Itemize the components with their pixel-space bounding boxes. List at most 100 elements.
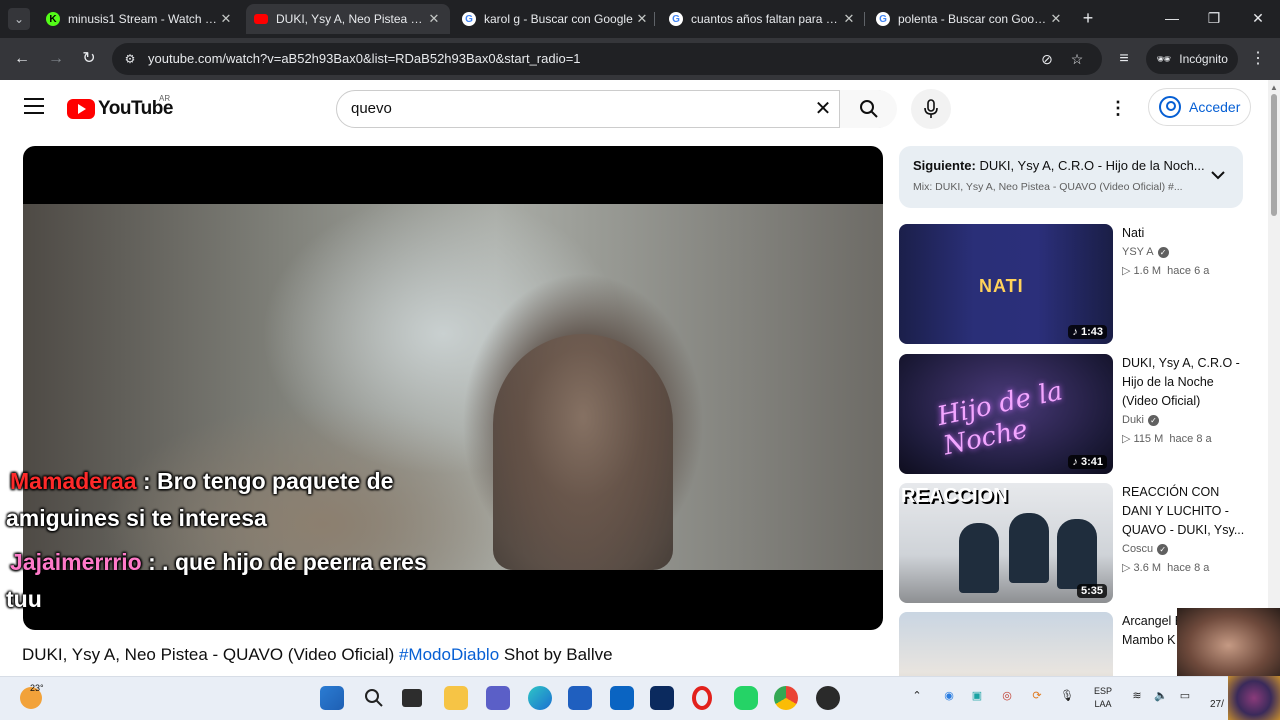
task-view-icon[interactable] <box>402 689 422 707</box>
search-button[interactable] <box>839 90 897 128</box>
wifi-icon[interactable]: ≋ <box>1128 689 1146 702</box>
video-hashtag-link[interactable]: #ModoDiablo <box>399 645 499 664</box>
tray-app-icon[interactable]: ▣ <box>968 689 986 702</box>
duration-badge: 5:35 <box>1076 584 1107 598</box>
tab-title: karol g - Buscar con Google <box>484 12 633 26</box>
recommendation-item[interactable]: Hijo de la Noche ♪ 3:41 DUKI, Ysy A, C.R… <box>899 354 1259 476</box>
upload-age: hace 6 a <box>1167 265 1210 277</box>
settings-menu-icon[interactable]: ⋮ <box>1108 96 1128 120</box>
recommendation-title[interactable]: REACCIÓN CON DANI Y LUCHITO - QUAVO - DU… <box>1122 483 1252 540</box>
tray-app-icon[interactable]: ◉ <box>940 689 958 702</box>
tab-youtube[interactable]: DUKI, Ysy A, Neo Pistea - QU ✕ <box>246 4 450 34</box>
restore-icon[interactable]: ❐ <box>1204 8 1224 28</box>
duration-badge: ♪ 1:43 <box>1068 325 1107 339</box>
video-thumbnail[interactable]: REACCION 5:35 <box>899 483 1113 603</box>
view-count: 115 M <box>1133 433 1164 445</box>
tab-google-polenta[interactable]: G polenta - Buscar con Google ✕ <box>868 4 1072 34</box>
store-icon[interactable] <box>568 686 592 710</box>
incognito-badge[interactable]: 🕶 Incógnito <box>1146 44 1238 74</box>
video-thumbnail[interactable]: NATI ♪ 1:43 <box>899 224 1113 344</box>
scroll-up-icon[interactable]: ▲ <box>1270 84 1278 92</box>
browser-menu-icon[interactable]: ⋮ <box>1250 49 1266 69</box>
menu-icon[interactable] <box>24 98 44 114</box>
microphone-icon <box>924 99 938 118</box>
playlist-up-next[interactable]: Siguiente: DUKI, Ysy A, C.R.O - Hijo de … <box>899 146 1243 208</box>
start-icon[interactable] <box>320 686 344 710</box>
close-window-icon[interactable]: ✕ <box>1248 8 1268 28</box>
thumbnail-text: NATI <box>979 276 1024 296</box>
verified-icon: ✓ <box>1157 246 1169 258</box>
close-icon[interactable]: ✕ <box>634 11 650 27</box>
search-box[interactable]: quevo ✕ <box>336 90 897 128</box>
channel-name[interactable]: Coscu <box>1122 543 1153 555</box>
reading-list-icon[interactable]: ≡ <box>1114 49 1134 69</box>
channel-name[interactable]: YSY A <box>1122 246 1154 258</box>
recommendation-item[interactable]: NATI ♪ 1:43 Nati YSY A ✓ ▷ 1.6 M hace 6 a <box>899 224 1259 346</box>
close-icon[interactable]: ✕ <box>1048 11 1064 27</box>
forward-icon[interactable]: → <box>46 49 66 69</box>
back-icon[interactable]: ← <box>12 49 32 69</box>
new-tab-icon[interactable]: + <box>1078 8 1098 28</box>
teams-icon[interactable] <box>486 686 510 710</box>
reload-icon[interactable]: ↻ <box>79 49 99 69</box>
search-taskbar-icon[interactable] <box>362 686 386 710</box>
whatsapp-icon[interactable] <box>734 686 758 710</box>
page-scrollbar[interactable]: ▲ <box>1268 80 1280 676</box>
voice-search-button[interactable] <box>911 89 951 129</box>
close-icon[interactable]: ✕ <box>841 11 857 27</box>
upload-age: hace 8 a <box>1169 433 1212 445</box>
eye-off-icon[interactable]: ⊘ <box>1038 50 1056 68</box>
tab-search-icon[interactable]: ⌄ <box>8 8 30 30</box>
disney-plus-icon[interactable] <box>650 686 674 710</box>
outlook-icon[interactable] <box>610 686 634 710</box>
clear-search-icon[interactable]: ✕ <box>811 97 835 121</box>
tab-google-anos[interactable]: G cuantos años faltan para el 2 ✕ <box>661 4 865 34</box>
video-subject <box>493 334 673 570</box>
tray-app-icon[interactable]: ⟳ <box>1028 689 1046 702</box>
recommendation-item[interactable]: REACCION 5:35 REACCIÓN CON DANI Y LUCHIT… <box>899 483 1259 605</box>
chat-separator: : . <box>141 549 175 575</box>
edge-icon[interactable] <box>528 686 552 710</box>
tab-title: DUKI, Ysy A, Neo Pistea - QU <box>276 12 426 26</box>
recommendation-title[interactable]: Nati <box>1122 224 1252 243</box>
close-icon[interactable]: ✕ <box>218 11 234 27</box>
video-title-text: DUKI, Ysy A, Neo Pistea - QUAVO (Video O… <box>22 645 399 664</box>
file-explorer-icon[interactable] <box>444 686 468 710</box>
search-input[interactable]: quevo <box>351 100 392 117</box>
google-icon: G <box>462 12 476 26</box>
opera-icon[interactable] <box>692 686 712 710</box>
site-info-icon[interactable]: ⚙ <box>122 51 138 67</box>
channel-name[interactable]: Duki <box>1122 414 1144 426</box>
clock[interactable]: 27/ <box>1210 699 1224 710</box>
up-next-subtitle: Mix: DUKI, Ysy A, Neo Pistea - QUAVO (Vi… <box>913 181 1183 193</box>
youtube-logo[interactable]: YouTube <box>67 98 173 120</box>
app-icon[interactable] <box>816 686 840 710</box>
tray-overflow-icon[interactable]: ⌃ <box>908 689 926 702</box>
video-thumbnail[interactable] <box>899 612 1113 676</box>
video-thumbnail[interactable]: Hijo de la Noche ♪ 3:41 <box>899 354 1113 474</box>
microphone-tray-icon[interactable]: 🎙 <box>1058 689 1076 702</box>
signin-button[interactable]: Acceder <box>1148 88 1251 126</box>
tray-app-icon[interactable]: ◎ <box>998 689 1016 702</box>
scroll-thumb[interactable] <box>1271 94 1277 216</box>
address-bar[interactable]: ⚙ youtube.com/watch?v=aB52h93Bax0&list=R… <box>112 43 1102 75</box>
url-text[interactable]: youtube.com/watch?v=aB52h93Bax0&list=RDa… <box>148 51 581 66</box>
battery-icon[interactable]: ▭ <box>1176 689 1194 702</box>
tab-kick[interactable]: K minusis1 Stream - Watch Li... ✕ <box>38 4 242 34</box>
windows-taskbar: 23° ⌃ ◉ ▣ ◎ ⟳ 🎙 ESP LAA ≋ 🔈 ▭ 27/ <box>0 676 1280 720</box>
chevron-down-icon[interactable] <box>1209 166 1227 184</box>
video-meta: ▷ 1.6 M hace 6 a <box>1122 265 1210 277</box>
volume-icon[interactable]: 🔈 <box>1152 689 1170 702</box>
close-icon[interactable]: ✕ <box>426 11 442 27</box>
tab-separator <box>654 12 655 26</box>
video-meta: ▷ 3.6 M hace 8 a <box>1122 562 1210 574</box>
tab-separator <box>864 12 865 26</box>
chrome-icon[interactable] <box>774 686 798 710</box>
star-icon[interactable]: ☆ <box>1068 50 1086 68</box>
language-indicator[interactable]: ESP LAA <box>1092 685 1114 711</box>
recommendation-info: DUKI, Ysy A, C.R.O - Hijo de la Noche (V… <box>1122 354 1252 445</box>
thumbnail-text: REACCION <box>901 485 1008 507</box>
minimize-icon[interactable]: — <box>1162 8 1182 28</box>
tab-google-karol[interactable]: G karol g - Buscar con Google ✕ <box>454 4 658 34</box>
recommendation-title[interactable]: DUKI, Ysy A, C.R.O - Hijo de la Noche (V… <box>1122 354 1252 411</box>
